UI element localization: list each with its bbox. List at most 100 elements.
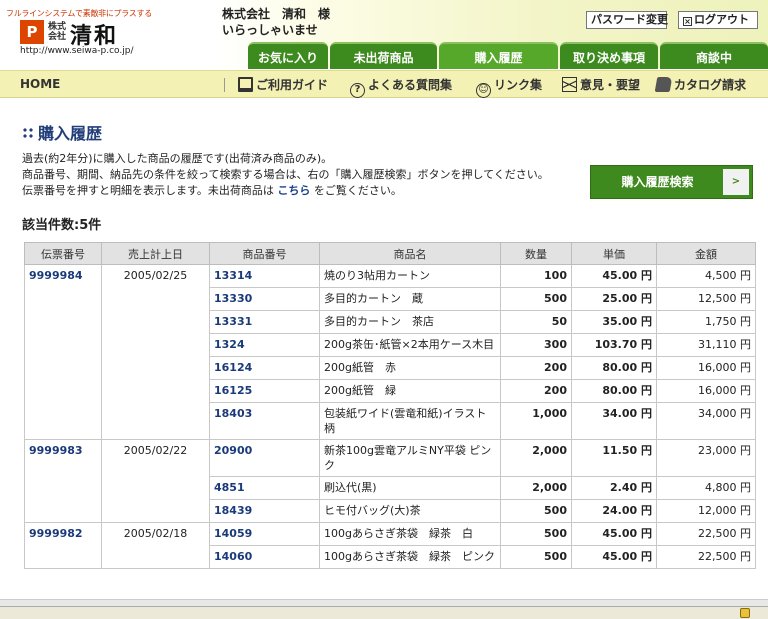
subnav-feedback-label: 意見・要望 bbox=[580, 78, 641, 92]
item-name: ヒモ付バッグ(大)茶 bbox=[319, 499, 501, 523]
denpyo-number-link[interactable]: 9999982 bbox=[24, 522, 102, 569]
amount: 34,000 円 bbox=[656, 402, 756, 440]
item-name: 100gあらさぎ茶袋 緑茶 ピンク bbox=[319, 545, 501, 569]
quantity: 500 bbox=[500, 522, 572, 546]
item-name: 100gあらさぎ茶袋 緑茶 白 bbox=[319, 522, 501, 546]
main-tabs: お気に入り 未出荷商品 購入履歴 取り決め事項 商談中 bbox=[248, 42, 768, 69]
unit-price: 34.00 円 bbox=[571, 402, 657, 440]
amount: 1,750 円 bbox=[656, 310, 756, 334]
quantity: 2,000 bbox=[500, 439, 572, 477]
catalog-icon bbox=[654, 77, 673, 92]
close-box-icon: × bbox=[683, 17, 692, 26]
tab-favorites[interactable]: お気に入り bbox=[248, 42, 328, 69]
item-name: 新茶100g雲竜アルミNY平袋 ピンク bbox=[319, 439, 501, 477]
home-link[interactable]: HOME bbox=[20, 77, 60, 91]
sales-date: 2005/02/25 bbox=[101, 264, 210, 440]
subnav-faq[interactable]: ? よくある質問集 bbox=[350, 76, 453, 98]
quantity: 200 bbox=[500, 356, 572, 380]
subnav-guide[interactable]: ご利用ガイド bbox=[238, 76, 328, 94]
amount: 22,500 円 bbox=[656, 522, 756, 546]
unit-price: 2.40 円 bbox=[571, 476, 657, 500]
header-item-code: 商品番号 bbox=[209, 242, 320, 265]
change-password-button[interactable]: パスワード変更 bbox=[586, 11, 668, 29]
item-name: 刷込代(黒) bbox=[319, 476, 501, 500]
title-dots-icon bbox=[22, 127, 34, 139]
purchase-history-table: 伝票番号 売上計上日 商品番号 商品名 数量 単価 金額 9999984 200… bbox=[24, 242, 756, 569]
item-name: 多目的カートン 蔵 bbox=[319, 287, 501, 311]
amount: 31,110 円 bbox=[656, 333, 756, 357]
denpyo-number-link[interactable]: 9999983 bbox=[24, 439, 102, 523]
description-line-3: 伝票番号を押すと明細を表示します。未出荷商品は こちら をご覧ください。 bbox=[22, 183, 549, 199]
subnav-divider bbox=[224, 78, 225, 92]
subnav-feedback[interactable]: 意見・要望 bbox=[562, 76, 640, 94]
sales-date: 2005/02/22 bbox=[101, 439, 210, 523]
quantity: 500 bbox=[500, 545, 572, 569]
description-line-3-pre: 伝票番号を押すと明細を表示します。未出荷商品は bbox=[22, 184, 278, 197]
company-logo[interactable]: フルラインシステムで素敵非にプラスする P 株式 会社 清和 http://ww… bbox=[6, 8, 206, 58]
item-code: 18403 bbox=[209, 402, 320, 440]
denpyo-number-link[interactable]: 9999984 bbox=[24, 264, 102, 440]
header: フルラインシステムで素敵非にプラスする P 株式 会社 清和 http://ww… bbox=[0, 0, 768, 69]
quantity: 500 bbox=[500, 499, 572, 523]
item-name: 200g紙管 緑 bbox=[319, 379, 501, 403]
unit-price: 45.00 円 bbox=[571, 522, 657, 546]
page-title-text: 購入履歴 bbox=[38, 124, 103, 143]
unit-price: 45.00 円 bbox=[571, 264, 657, 288]
header-item-name: 商品名 bbox=[319, 242, 501, 265]
unit-price: 25.00 円 bbox=[571, 287, 657, 311]
description-line-1: 過去(約2年分)に購入した商品の履歴です(出荷済み商品のみ)。 bbox=[22, 152, 333, 165]
smiley-icon: ☺ bbox=[476, 83, 491, 98]
unit-price: 80.00 円 bbox=[571, 356, 657, 380]
header-sales-date: 売上計上日 bbox=[101, 242, 210, 265]
result-count: 該当件数:5件 bbox=[22, 218, 102, 233]
logo-url: http://www.seiwa-p.co.jp/ bbox=[20, 46, 134, 56]
page-title: 購入履歴 bbox=[22, 120, 102, 144]
item-code: 13314 bbox=[209, 264, 320, 288]
subnav-faq-label: よくある質問集 bbox=[368, 78, 453, 92]
amount: 12,000 円 bbox=[656, 499, 756, 523]
unshipped-link[interactable]: こちら bbox=[277, 184, 310, 197]
amount: 16,000 円 bbox=[656, 379, 756, 403]
mail-icon bbox=[562, 77, 577, 92]
tab-purchase-history[interactable]: 購入履歴 bbox=[439, 42, 558, 69]
search-button-label: 購入履歴検索 bbox=[621, 175, 694, 189]
table-header-row: 伝票番号 売上計上日 商品番号 商品名 数量 単価 金額 bbox=[24, 242, 756, 265]
header-denpyo: 伝票番号 bbox=[24, 242, 102, 265]
subnav-catalog[interactable]: カタログ請求 bbox=[654, 76, 747, 94]
item-code: 14060 bbox=[209, 545, 320, 569]
quantity: 300 bbox=[500, 333, 572, 357]
purchase-history-search-button[interactable]: 購入履歴検索 > bbox=[590, 165, 753, 199]
item-code: 14059 bbox=[209, 522, 320, 546]
tab-negotiation[interactable]: 商談中 bbox=[660, 42, 768, 69]
subnav-links-label: リンク集 bbox=[494, 78, 543, 92]
item-code: 16125 bbox=[209, 379, 320, 403]
unit-price: 103.70 円 bbox=[571, 333, 657, 357]
welcome-greeting: いらっしゃいませ bbox=[222, 23, 318, 37]
unit-price: 11.50 円 bbox=[571, 439, 657, 477]
subnav-links[interactable]: ☺ リンク集 bbox=[476, 76, 543, 98]
item-name: 多目的カートン 茶店 bbox=[319, 310, 501, 334]
tab-unshipped[interactable]: 未出荷商品 bbox=[330, 42, 437, 69]
tab-agreements[interactable]: 取り決め事項 bbox=[560, 42, 658, 69]
logout-label: ログアウト bbox=[694, 13, 749, 26]
subnav-catalog-label: カタログ請求 bbox=[674, 78, 747, 92]
lock-icon bbox=[740, 608, 750, 618]
amount: 23,000 円 bbox=[656, 439, 756, 477]
header-quantity: 数量 bbox=[500, 242, 572, 265]
item-code: 18439 bbox=[209, 499, 320, 523]
logout-button[interactable]: × ログアウト bbox=[678, 11, 758, 29]
unit-price: 45.00 円 bbox=[571, 545, 657, 569]
page-description: 過去(約2年分)に購入した商品の履歴です(出荷済み商品のみ)。 商品番号、期間、… bbox=[22, 151, 549, 199]
arrow-right-icon: > bbox=[723, 169, 749, 195]
item-name: 包装紙ワイド(雲竜和紙)イラスト柄 bbox=[319, 402, 501, 440]
item-code: 20900 bbox=[209, 439, 320, 477]
item-code: 13331 bbox=[209, 310, 320, 334]
table-row: 9999983 2005/02/22 20900 新茶100g雲竜アルミNY平袋… bbox=[24, 439, 756, 523]
amount: 4,800 円 bbox=[656, 476, 756, 500]
status-bar bbox=[0, 606, 768, 619]
sub-navigation: HOME ご利用ガイド ? よくある質問集 ☺ リンク集 意見・要望 カタログ請求 bbox=[0, 70, 768, 98]
question-icon: ? bbox=[350, 83, 365, 98]
subnav-guide-label: ご利用ガイド bbox=[256, 78, 329, 92]
table-row: 9999984 2005/02/25 13314 焼のり3帖用カートン 100 … bbox=[24, 264, 756, 440]
welcome-message: 株式会社 清和 様 いらっしゃいませ bbox=[222, 6, 330, 38]
